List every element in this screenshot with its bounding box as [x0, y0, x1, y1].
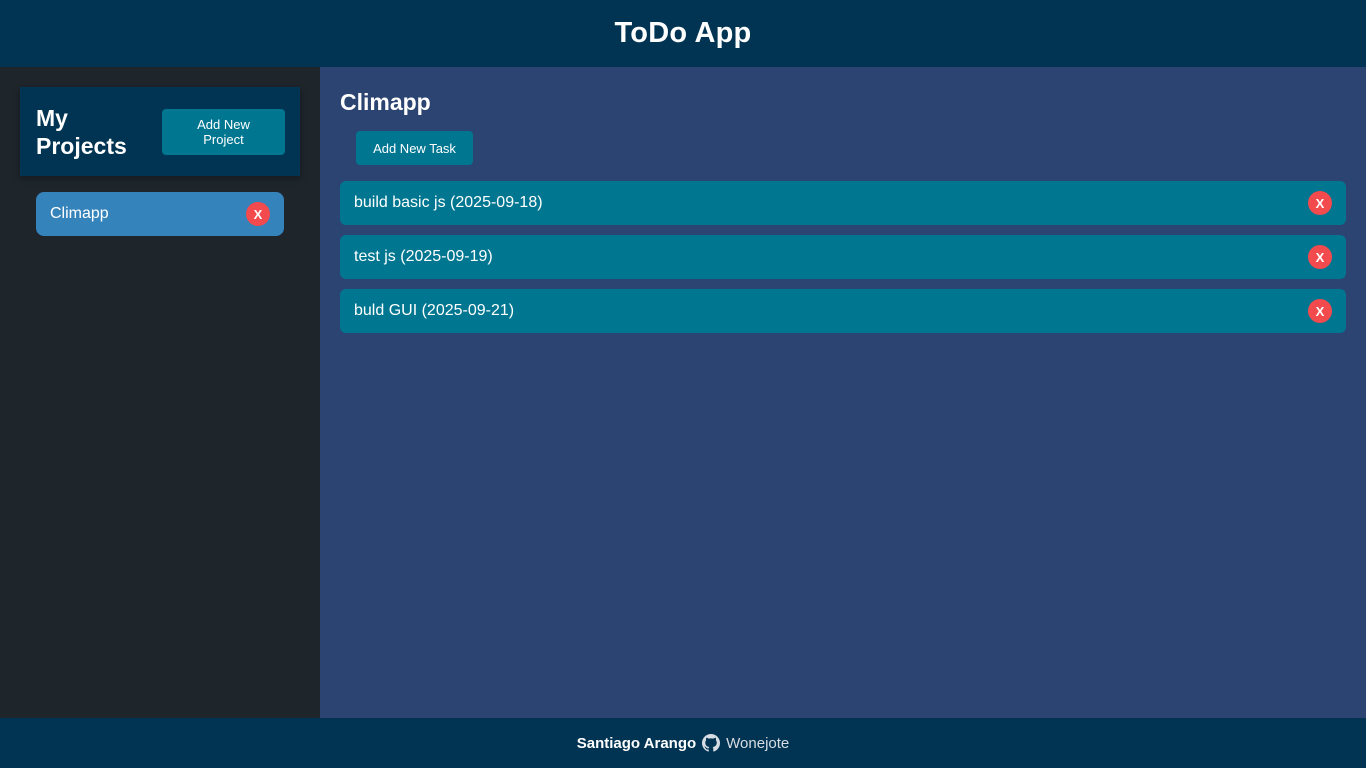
project-name: Climapp: [50, 205, 109, 222]
add-task-button[interactable]: Add New Task: [356, 131, 473, 165]
task-item[interactable]: build basic js (2025-09-18) X: [340, 181, 1346, 225]
app-title: ToDo App: [614, 17, 752, 49]
author-name: Santiago Arango: [576, 734, 697, 752]
tasks-list: build basic js (2025-09-18) X test js (2…: [340, 181, 1346, 333]
main-area: My Projects Add New Project Climapp X Cl…: [0, 67, 1366, 718]
app-header: ToDo App: [0, 0, 1366, 67]
task-text: buld GUI (2025-09-21): [354, 302, 515, 319]
sidebar-title: My Projects: [36, 104, 127, 159]
projects-list: Climapp X: [20, 176, 300, 236]
project-item-climapp[interactable]: Climapp X: [36, 192, 284, 236]
delete-task-button[interactable]: X: [1308, 191, 1332, 215]
task-item[interactable]: test js (2025-09-19) X: [340, 235, 1346, 279]
project-title: Climapp: [340, 89, 431, 115]
add-project-button[interactable]: Add New Project: [162, 108, 285, 155]
task-text: test js (2025-09-19): [354, 248, 493, 265]
github-icon: [702, 734, 721, 752]
sidebar-header: My Projects Add New Project: [20, 87, 300, 176]
project-content: Climapp Add New Task build basic js (202…: [320, 67, 1366, 718]
task-text: build basic js (2025-09-18): [354, 194, 543, 211]
task-item[interactable]: buld GUI (2025-09-21) X: [340, 289, 1346, 333]
app-footer: Santiago Arango Wonejote: [0, 718, 1366, 768]
github-username: Wonejote: [726, 734, 790, 752]
sidebar: My Projects Add New Project Climapp X: [0, 67, 320, 718]
delete-task-button[interactable]: X: [1308, 299, 1332, 323]
delete-task-button[interactable]: X: [1308, 245, 1332, 269]
github-link[interactable]: Wonejote: [702, 734, 789, 752]
delete-project-button[interactable]: X: [246, 202, 270, 226]
